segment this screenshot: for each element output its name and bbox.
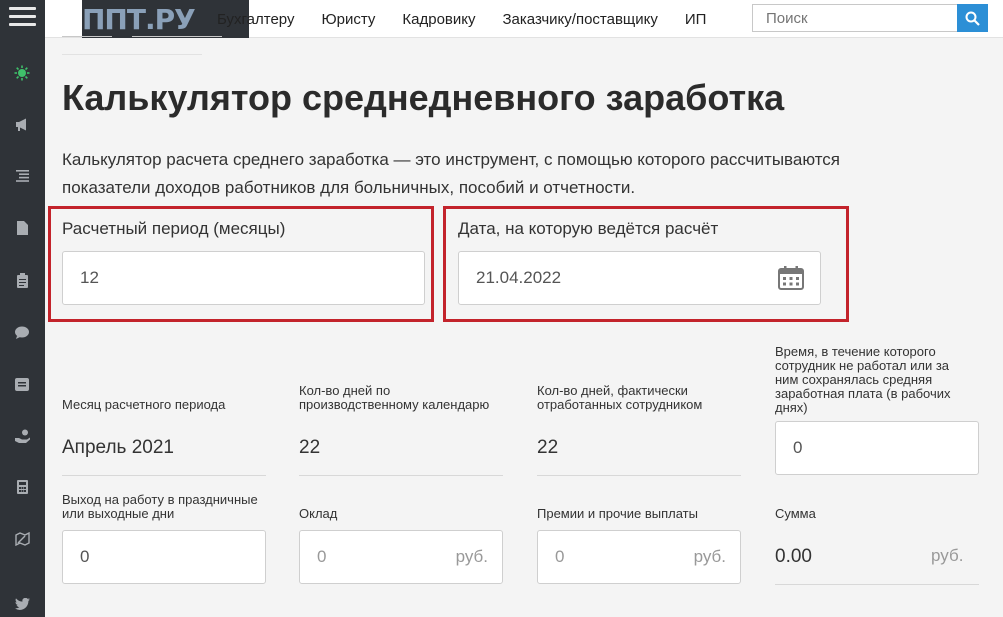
page-title: Калькулятор среднедневного заработка <box>62 77 785 118</box>
calendar-days-underline <box>299 475 503 476</box>
search-input[interactable] <box>752 4 958 32</box>
calendar-days-column-label: Кол-во дней по производственному календа… <box>299 383 490 412</box>
bonus-input[interactable]: 0 руб. <box>537 530 741 584</box>
absent-days-input[interactable]: 0 <box>775 421 979 475</box>
hand-coin-icon[interactable] <box>12 426 32 446</box>
inbox-icon[interactable] <box>12 374 32 394</box>
worked-days-column-label: Кол-во дней, фактически отработанных сот… <box>537 383 703 412</box>
calculator-icon[interactable] <box>12 477 32 497</box>
sum-value: 0.00 <box>775 546 812 567</box>
sidebar <box>0 0 45 617</box>
salary-column-label: Оклад <box>299 506 338 521</box>
nav-link-lawyer[interactable]: Юристу <box>321 11 375 28</box>
holiday-input[interactable]: 0 <box>62 530 266 584</box>
sum-column-label: Сумма <box>775 506 816 521</box>
nav-link-accountant[interactable]: Бухгалтеру <box>217 11 294 28</box>
holiday-column-label: Выход на работу в праздничные или выходн… <box>62 492 258 521</box>
bonus-column-label: Премии и прочие выплаты <box>537 506 698 521</box>
salary-currency: руб. <box>455 547 488 566</box>
month-column-label: Месяц расчетного периода <box>62 397 226 412</box>
absent-days-value: 0 <box>793 438 803 457</box>
bonus-value: 0 <box>555 547 565 566</box>
search-button[interactable] <box>957 4 988 32</box>
breadcrumb <box>62 36 392 55</box>
site-logo[interactable]: ППТ.РУ <box>82 3 196 36</box>
page-description: Калькулятор расчета среднего заработка —… <box>62 150 841 197</box>
nav-link-entrepreneur[interactable]: ИП <box>685 11 707 28</box>
bonus-currency: руб. <box>693 547 726 566</box>
salary-value: 0 <box>317 547 327 566</box>
virus-icon[interactable] <box>12 63 32 83</box>
month-value: Апрель 2021 <box>62 437 174 458</box>
chat-icon[interactable] <box>12 322 32 342</box>
worked-days-value: 22 <box>537 437 559 458</box>
period-value: 12 <box>80 268 99 287</box>
salary-input[interactable]: 0 руб. <box>299 530 503 584</box>
calendar-days-value: 22 <box>299 437 321 458</box>
calendar-icon[interactable] <box>778 266 804 290</box>
date-value: 21.04.2022 <box>476 268 562 287</box>
month-underline <box>62 475 266 476</box>
sum-currency: руб. <box>931 546 964 565</box>
period-input[interactable]: 12 <box>62 251 425 305</box>
clipboard-icon[interactable] <box>12 270 32 290</box>
date-label: Дата, на которую ведётся расчёт <box>458 219 719 238</box>
date-input[interactable]: 21.04.2022 <box>458 251 821 305</box>
worked-days-underline <box>537 475 741 476</box>
document-icon[interactable] <box>12 218 32 238</box>
absent-days-column-label: Время, в течение которого сотрудник не р… <box>775 344 951 415</box>
top-bar: ППТ.РУ Бухгалтеру Юристу Кадровику Заказ… <box>45 0 1003 38</box>
nav-link-customer-supplier[interactable]: Заказчику/поставщику <box>503 11 658 28</box>
main-nav: Бухгалтеру Юристу Кадровику Заказчику/по… <box>217 0 733 38</box>
list-icon[interactable] <box>12 166 32 186</box>
search-icon <box>965 11 980 26</box>
menu-icon[interactable] <box>9 7 36 27</box>
nav-link-hr[interactable]: Кадровику <box>402 11 475 28</box>
twitter-icon[interactable] <box>12 594 32 614</box>
sum-underline <box>775 584 979 585</box>
period-label: Расчетный период (месяцы) <box>62 219 286 238</box>
map-icon[interactable] <box>12 529 32 549</box>
holiday-value: 0 <box>80 547 90 566</box>
megaphone-icon[interactable] <box>12 114 32 134</box>
